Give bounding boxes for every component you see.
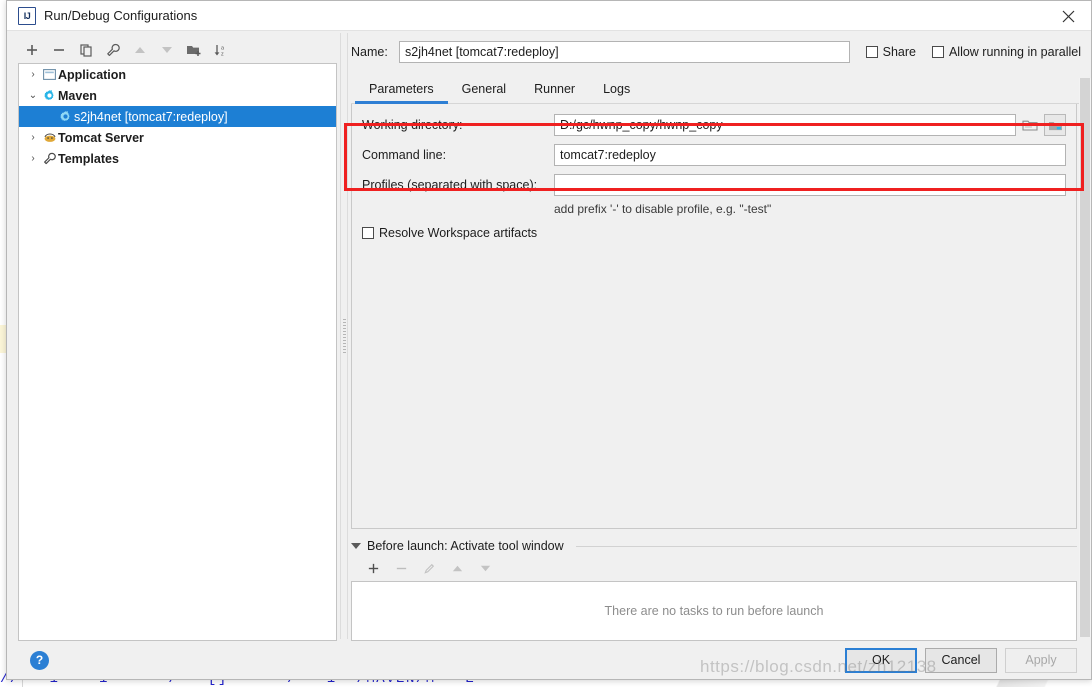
tree-item-tomcat-server[interactable]: › Tomcat Server bbox=[19, 127, 336, 148]
move-into-folder-button[interactable] bbox=[182, 39, 206, 61]
chevron-right-icon[interactable]: › bbox=[25, 153, 41, 164]
svg-text:z: z bbox=[221, 52, 224, 58]
dialog-body: a z › Application ⌄ Maven s2jh4net [tomc… bbox=[7, 31, 1091, 641]
parameters-panel: Working directory: D:/gc/hwnp_copy/hwnp_… bbox=[351, 104, 1077, 529]
chevron-down-icon[interactable]: ⌄ bbox=[25, 90, 41, 101]
dialog-footer: ? OK Cancel Apply bbox=[7, 641, 1091, 679]
resolve-workspace-checkbox-label: Resolve Workspace artifacts bbox=[379, 226, 538, 240]
folder-module-icon[interactable] bbox=[1044, 114, 1066, 136]
application-icon bbox=[41, 68, 58, 81]
task-move-down-button[interactable] bbox=[473, 557, 497, 579]
tree-item-label: s2jh4net [tomcat7:redeploy] bbox=[74, 109, 228, 124]
splitter-grip[interactable] bbox=[342, 319, 346, 353]
tree-item-label: Maven bbox=[58, 88, 97, 103]
edit-task-button[interactable] bbox=[417, 557, 441, 579]
move-up-button[interactable] bbox=[128, 39, 152, 61]
close-icon[interactable] bbox=[1046, 1, 1091, 31]
tab-runner[interactable]: Runner bbox=[520, 82, 589, 103]
add-task-button[interactable] bbox=[361, 557, 385, 579]
chevron-right-icon[interactable]: › bbox=[25, 132, 41, 143]
wrench-icon bbox=[41, 152, 58, 165]
tree-item-application[interactable]: › Application bbox=[19, 64, 336, 85]
pane-splitter[interactable] bbox=[337, 31, 351, 641]
before-launch-task-list[interactable]: There are no tasks to run before launch bbox=[351, 581, 1077, 641]
before-launch-toolbar bbox=[351, 555, 1077, 581]
share-checkbox[interactable]: Share bbox=[865, 45, 916, 59]
allow-parallel-checkbox-box[interactable] bbox=[931, 46, 944, 58]
name-row: Name: Share Allow running in parallel bbox=[351, 31, 1091, 65]
working-directory-row: Working directory: bbox=[362, 114, 1066, 136]
detail-pane-scrollbar[interactable] bbox=[1079, 78, 1091, 637]
move-down-button[interactable] bbox=[155, 39, 179, 61]
task-move-up-button[interactable] bbox=[445, 557, 469, 579]
copy-configuration-button[interactable] bbox=[74, 39, 98, 61]
name-input[interactable] bbox=[399, 41, 850, 63]
run-debug-configurations-dialog: Run/Debug Configurations bbox=[6, 0, 1092, 680]
tree-item-maven[interactable]: ⌄ Maven bbox=[19, 85, 336, 106]
share-checkbox-label: Share bbox=[882, 45, 916, 59]
help-question-icon[interactable]: ? bbox=[30, 650, 49, 670]
tree-item-label: Tomcat Server bbox=[58, 130, 144, 145]
remove-configuration-button[interactable] bbox=[47, 39, 71, 61]
profiles-input[interactable] bbox=[554, 174, 1066, 196]
before-launch-title: Before launch: Activate tool window bbox=[367, 539, 564, 553]
resolve-workspace-checkbox-box[interactable] bbox=[362, 227, 374, 239]
folder-browse-icon[interactable] bbox=[1019, 114, 1041, 136]
scrollbar-thumb[interactable] bbox=[1080, 78, 1090, 637]
dialog-title: Run/Debug Configurations bbox=[44, 8, 198, 23]
configuration-tabs: Parameters General Runner Logs bbox=[351, 73, 1091, 104]
profiles-hint-row: add prefix '-' to disable profile, e.g. … bbox=[362, 202, 1066, 216]
tab-logs[interactable]: Logs bbox=[589, 82, 644, 103]
tree-item-label: Application bbox=[58, 67, 127, 82]
resolve-workspace-row: Resolve Workspace artifacts bbox=[362, 226, 1066, 240]
remove-task-button[interactable] bbox=[389, 557, 413, 579]
maven-gear-icon bbox=[57, 110, 74, 123]
command-line-label: Command line: bbox=[362, 148, 447, 162]
profiles-hint-text: add prefix '-' to disable profile, e.g. … bbox=[554, 202, 772, 216]
chevron-right-icon[interactable]: › bbox=[25, 69, 41, 80]
triangle-down-icon[interactable] bbox=[351, 543, 361, 549]
configuration-detail-pane: Name: Share Allow running in parallel Pa… bbox=[351, 31, 1091, 641]
ok-button[interactable]: OK bbox=[845, 647, 917, 673]
share-checkbox-box[interactable] bbox=[865, 46, 878, 58]
tree-item-templates[interactable]: › Templates bbox=[19, 148, 336, 169]
apply-button[interactable]: Apply bbox=[1005, 647, 1077, 673]
command-line-input[interactable] bbox=[554, 144, 1066, 166]
configurations-toolbar: a z bbox=[18, 37, 337, 63]
configurations-tree[interactable]: › Application ⌄ Maven s2jh4net [tomcat7:… bbox=[18, 63, 337, 641]
sort-configurations-button[interactable]: a z bbox=[209, 39, 233, 61]
working-directory-input[interactable] bbox=[554, 114, 1016, 136]
before-launch-section: Before launch: Activate tool window Ther… bbox=[351, 539, 1077, 641]
before-launch-separator bbox=[575, 545, 1077, 547]
profiles-row: Profiles (separated with space): bbox=[362, 174, 1066, 196]
cancel-button[interactable]: Cancel bbox=[925, 647, 997, 673]
tree-item-s2jh4net[interactable]: s2jh4net [tomcat7:redeploy] bbox=[19, 106, 336, 127]
allow-parallel-checkbox-label: Allow running in parallel bbox=[948, 45, 1081, 59]
tab-parameters[interactable]: Parameters bbox=[355, 82, 448, 104]
hint-spacer bbox=[362, 202, 554, 216]
tree-item-label: Templates bbox=[58, 151, 119, 166]
configurations-pane: a z › Application ⌄ Maven s2jh4net [tomc… bbox=[7, 31, 337, 641]
profiles-label: Profiles (separated with space): bbox=[362, 178, 538, 192]
resolve-workspace-checkbox[interactable]: Resolve Workspace artifacts bbox=[362, 226, 537, 240]
name-label: Name: bbox=[351, 45, 388, 59]
command-line-row: Command line: bbox=[362, 144, 1066, 166]
edit-templates-button[interactable] bbox=[101, 39, 125, 61]
tab-general[interactable]: General bbox=[448, 82, 520, 103]
maven-gear-icon bbox=[41, 89, 58, 102]
before-launch-header: Before launch: Activate tool window bbox=[351, 539, 1077, 553]
intellij-idea-icon bbox=[18, 6, 36, 25]
before-launch-empty-text: There are no tasks to run before launch bbox=[604, 604, 824, 618]
dialog-titlebar: Run/Debug Configurations bbox=[7, 1, 1091, 31]
allow-parallel-checkbox[interactable]: Allow running in parallel bbox=[931, 45, 1081, 59]
add-configuration-button[interactable] bbox=[20, 39, 44, 61]
working-directory-label: Working directory: bbox=[362, 118, 463, 132]
tomcat-icon bbox=[41, 131, 58, 144]
